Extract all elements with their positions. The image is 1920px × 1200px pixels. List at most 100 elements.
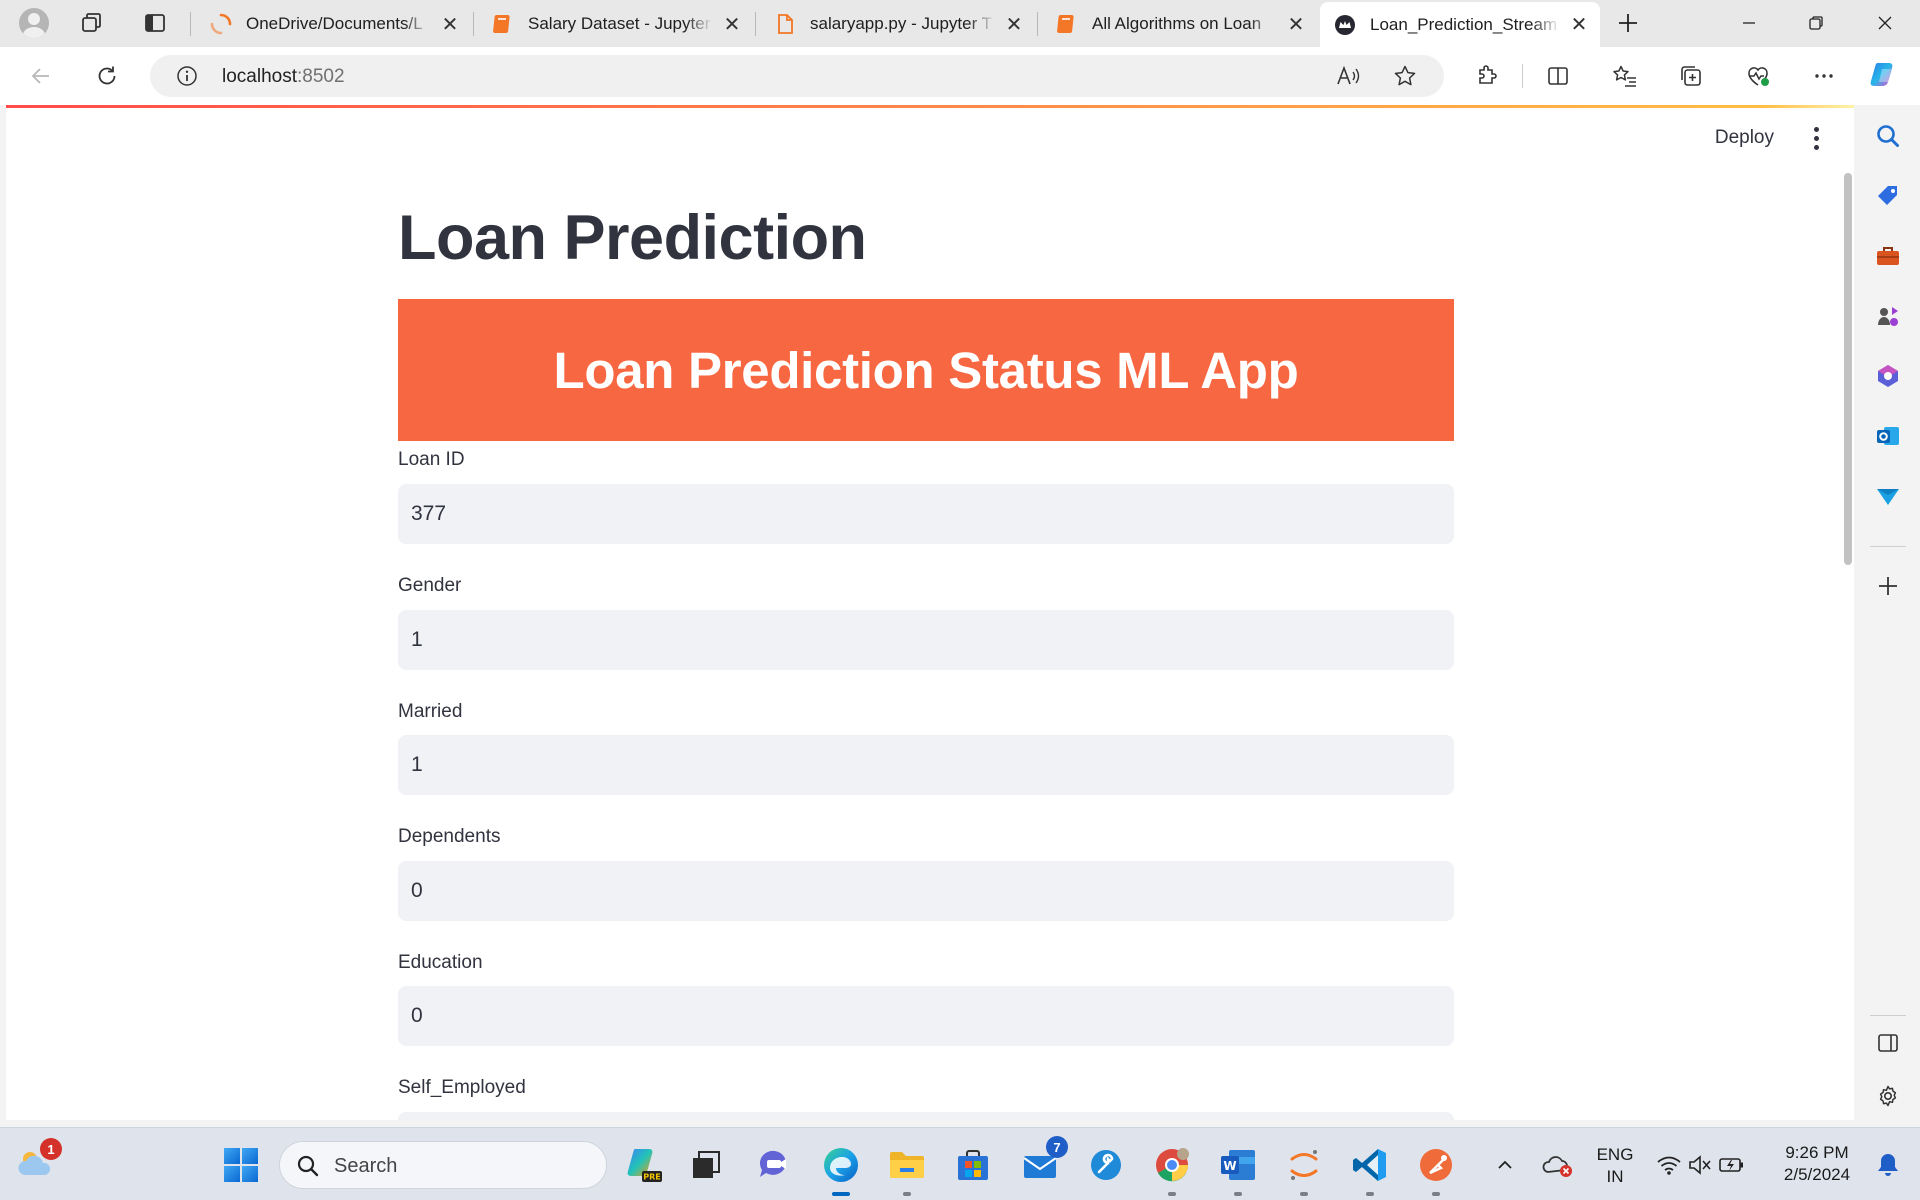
- tab-close-icon[interactable]: ✕: [1568, 14, 1590, 36]
- tab-salary-dataset[interactable]: Salary Dataset - Jupyter ✕: [478, 2, 753, 46]
- input-language-indicator[interactable]: ENG IN: [1590, 1144, 1640, 1188]
- clock[interactable]: 9:26 PM 2/5/2024: [1770, 1142, 1864, 1186]
- start-button[interactable]: [218, 1142, 264, 1188]
- file-explorer-app[interactable]: [884, 1142, 930, 1196]
- tab-close-icon[interactable]: ✕: [1285, 13, 1307, 36]
- tools-briefcase-icon[interactable]: [1873, 241, 1903, 271]
- copilot-pre-icon: PRE: [627, 1149, 662, 1182]
- tab-loan-prediction[interactable]: Loan_Prediction_Stream ✕: [1320, 2, 1600, 47]
- favorites-button[interactable]: [1604, 55, 1646, 97]
- chrome-app[interactable]: [1149, 1142, 1195, 1196]
- add-sidebar-app-icon[interactable]: [1873, 571, 1903, 601]
- vertical-tabs-icon: [145, 14, 165, 32]
- show-hidden-icons-button[interactable]: [1488, 1142, 1522, 1188]
- dependents-input[interactable]: 0: [398, 861, 1454, 921]
- copilot-button[interactable]: [1864, 55, 1906, 97]
- tab-close-icon[interactable]: ✕: [1003, 13, 1025, 36]
- profile-avatar-icon: [19, 8, 49, 38]
- notification-bell-icon: [1878, 1154, 1898, 1176]
- shopping-tag-icon[interactable]: [1873, 181, 1903, 211]
- self-employed-input[interactable]: [398, 1112, 1454, 1120]
- workspaces-icon: [82, 13, 101, 32]
- more-horizontal-icon: [1815, 74, 1833, 78]
- clock-date: 2/5/2024: [1783, 1165, 1851, 1184]
- read-aloud-icon[interactable]: [1336, 64, 1362, 93]
- restore-button[interactable]: [1783, 0, 1849, 46]
- quick-assist-app[interactable]: [1083, 1142, 1129, 1188]
- sidebar-divider: [1870, 546, 1906, 547]
- minimize-button[interactable]: [1716, 0, 1782, 46]
- tab-salaryapp[interactable]: salaryapp.py - Jupyter T ✕: [760, 2, 1035, 46]
- edge-app[interactable]: [818, 1142, 864, 1196]
- search-label: Search: [334, 1155, 398, 1177]
- tab-close-icon[interactable]: ✕: [721, 13, 743, 36]
- jupyter-app[interactable]: [1281, 1142, 1327, 1196]
- sidebar-divider: [1870, 1015, 1906, 1016]
- task-view-app[interactable]: [683, 1142, 729, 1188]
- sidebar-settings-icon[interactable]: [1873, 1081, 1903, 1111]
- collections-button[interactable]: [1670, 55, 1712, 97]
- weather-widget[interactable]: 1: [10, 1138, 62, 1188]
- dependents-label: Dependents: [398, 826, 501, 847]
- store-bag-icon: [958, 1150, 988, 1180]
- favorite-star-icon[interactable]: [1393, 64, 1417, 93]
- browser-tab-strip: OneDrive/Documents/L ✕ Salary Dataset - …: [0, 0, 1920, 47]
- tab-actions-button[interactable]: [133, 4, 177, 42]
- tab-title: All Algorithms on Loan: [1092, 14, 1262, 33]
- microsoft-365-icon[interactable]: [1873, 361, 1903, 391]
- tab-close-icon[interactable]: ✕: [439, 13, 461, 36]
- workspaces-button[interactable]: [70, 4, 114, 42]
- streamlit-crown-icon: [1334, 14, 1356, 36]
- address-bar[interactable]: localhost:8502: [150, 55, 1444, 97]
- loan-id-input[interactable]: 377: [398, 484, 1454, 544]
- chrome-icon: [1156, 1148, 1189, 1182]
- split-screen-button[interactable]: [1537, 55, 1579, 97]
- notifications-button[interactable]: [1868, 1142, 1908, 1188]
- onedrive-tray[interactable]: [1538, 1142, 1578, 1188]
- svg-text:PRE: PRE: [643, 1173, 661, 1182]
- copilot-preview-app[interactable]: PRE: [621, 1142, 667, 1188]
- close-window-button[interactable]: [1852, 0, 1918, 46]
- taskbar-search[interactable]: Search: [279, 1141, 607, 1189]
- tab-divider: [1037, 12, 1038, 36]
- deploy-button[interactable]: Deploy: [1715, 127, 1774, 149]
- microsoft-store-app[interactable]: [950, 1142, 996, 1188]
- profile-button[interactable]: [12, 4, 56, 42]
- games-icon[interactable]: [1873, 301, 1903, 331]
- new-tab-button[interactable]: [1606, 4, 1650, 42]
- teams-app[interactable]: [751, 1142, 797, 1188]
- mail-app[interactable]: 7: [1018, 1136, 1068, 1188]
- speaker-muted-icon: [1689, 1155, 1711, 1175]
- extensions-button[interactable]: [1466, 55, 1508, 97]
- married-input[interactable]: 1: [398, 735, 1454, 795]
- hide-sidebar-icon[interactable]: [1873, 1028, 1903, 1058]
- postman-app[interactable]: [1413, 1142, 1459, 1196]
- tab-all-algorithms[interactable]: All Algorithms on Loan ✕: [1042, 2, 1317, 46]
- refresh-button[interactable]: [86, 55, 128, 97]
- outlook-icon[interactable]: [1873, 421, 1903, 451]
- page-title: Loan Prediction: [398, 203, 867, 273]
- site-info-icon[interactable]: [176, 65, 198, 92]
- page-scrollbar[interactable]: [1844, 173, 1852, 565]
- address-url[interactable]: localhost:8502: [222, 66, 345, 88]
- settings-more-button[interactable]: [1803, 55, 1845, 97]
- tab-divider: [755, 12, 756, 36]
- search-icon[interactable]: [1873, 121, 1903, 151]
- tab-onedrive[interactable]: OneDrive/Documents/L ✕: [196, 2, 471, 46]
- main-menu-button[interactable]: [1806, 123, 1826, 153]
- vscode-app[interactable]: [1347, 1142, 1393, 1196]
- chevron-up-icon: [1498, 1160, 1512, 1169]
- jupyter-spinner-icon: [210, 13, 232, 35]
- gender-label: Gender: [398, 575, 462, 596]
- region-code: IN: [1606, 1167, 1624, 1186]
- copilot-icon: [1870, 63, 1893, 86]
- browser-essentials-button[interactable]: [1737, 55, 1779, 97]
- word-app[interactable]: W: [1215, 1142, 1261, 1196]
- back-button[interactable]: [20, 55, 62, 97]
- network-volume-battery-tray[interactable]: [1650, 1142, 1750, 1188]
- education-input[interactable]: 0: [398, 986, 1454, 1046]
- quick-assist-icon: [1091, 1150, 1121, 1180]
- running-app-indicator: [1366, 1192, 1374, 1196]
- gender-input[interactable]: 1: [398, 610, 1454, 670]
- drop-send-icon[interactable]: [1873, 481, 1903, 511]
